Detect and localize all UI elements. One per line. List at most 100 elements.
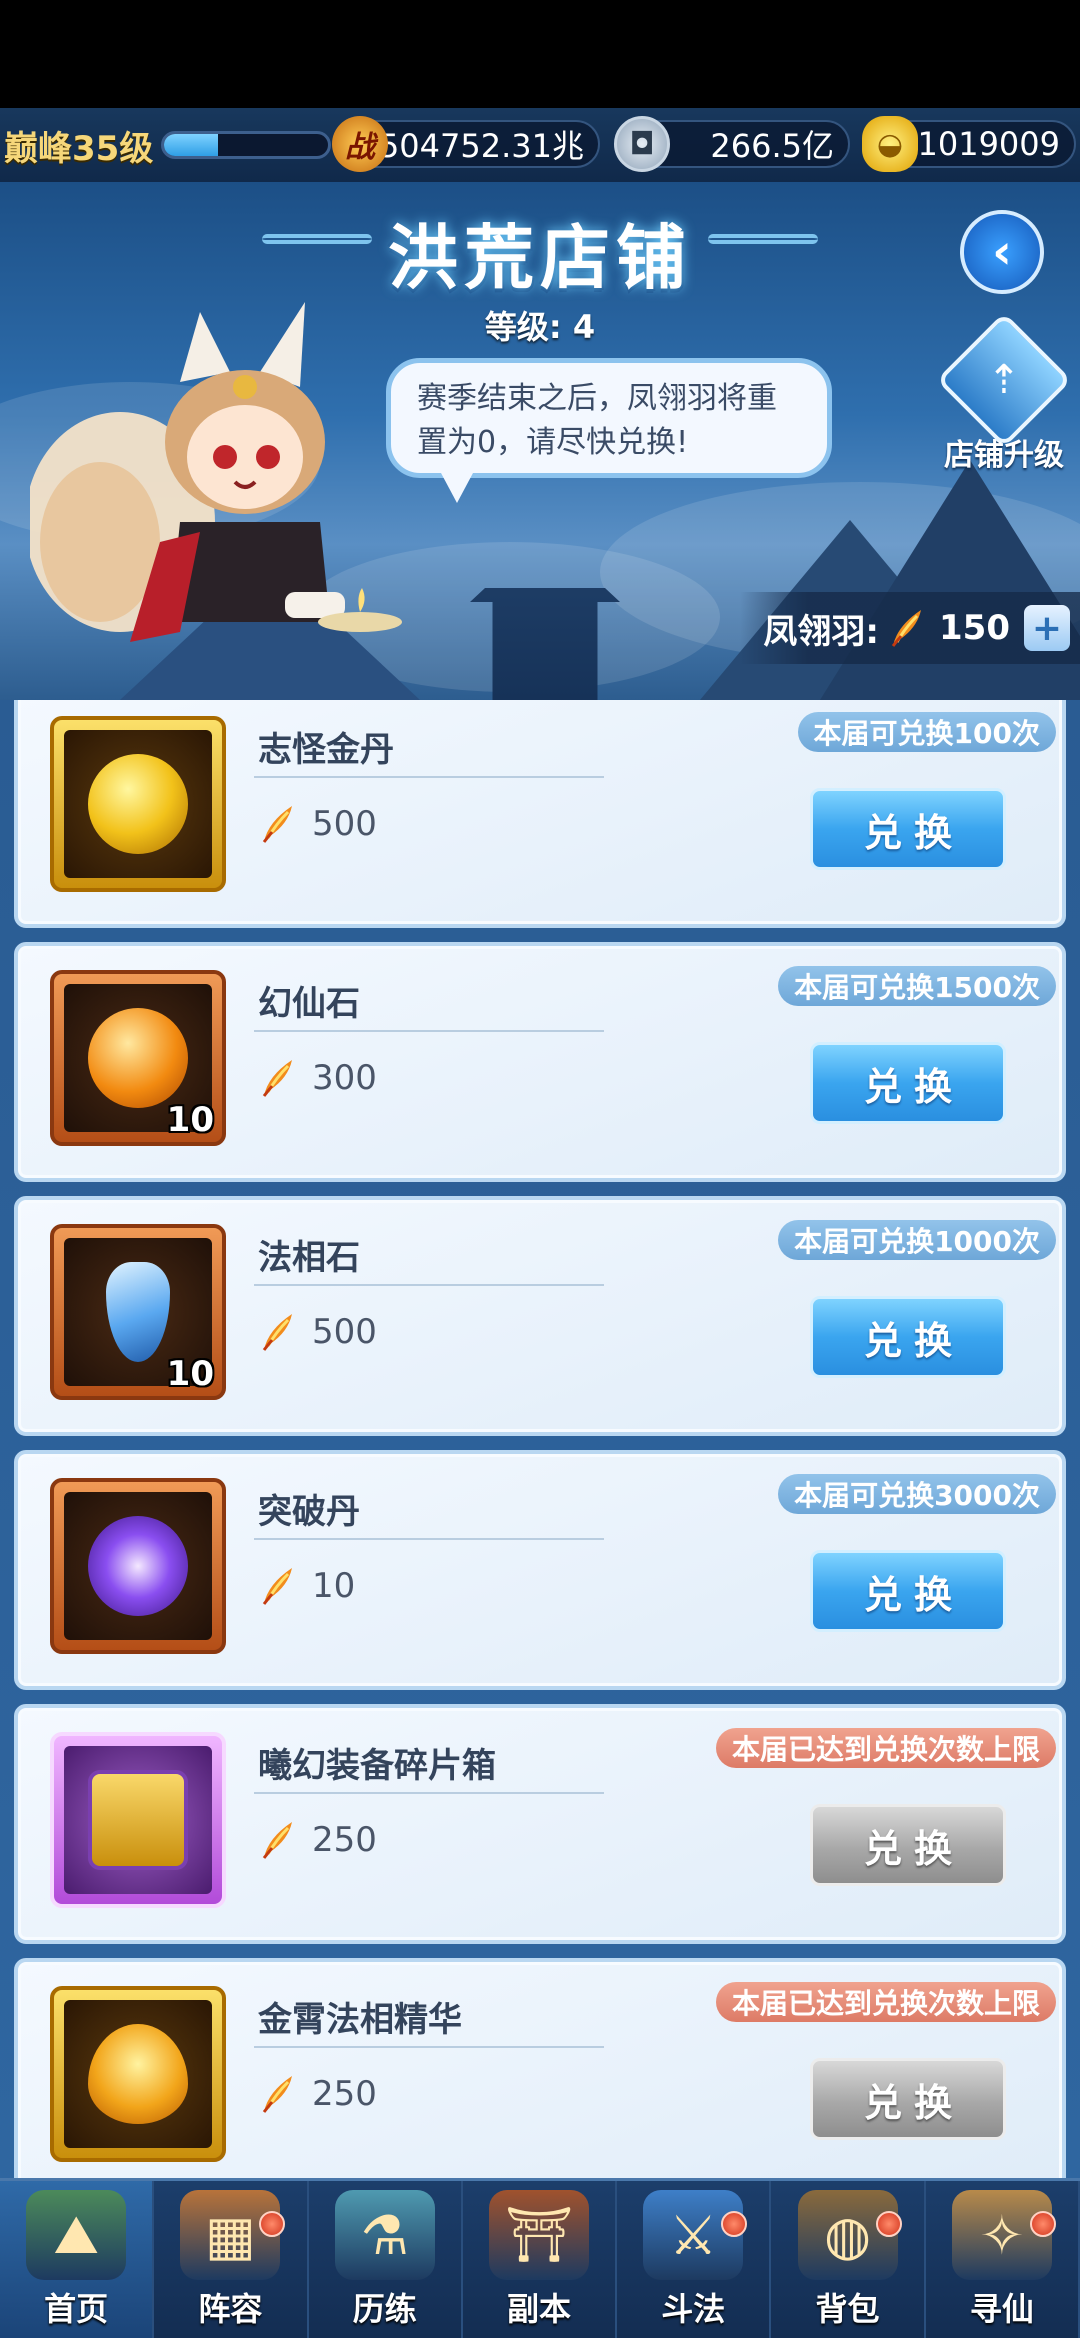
notification-dot (1029, 2211, 1056, 2237)
nav-tab-label: 首页 (44, 2290, 109, 2328)
item-price: 250 (258, 2072, 377, 2116)
shop-banner: 洪荒店铺 等级: 4 ‹ ⇡ 店铺升级 赛季结束之后，凤翎羽将重置为0，请尽快兑… (0, 182, 1080, 700)
exchange-button[interactable]: 兑换 (810, 2058, 1006, 2140)
xp-bar-fill (164, 134, 219, 156)
nav-tab[interactable]: ⚗ 历练 (309, 2181, 463, 2338)
item-price-value: 500 (312, 1312, 377, 1352)
item-name: 突破丹 (258, 1492, 360, 1532)
item-price-value: 300 (312, 1058, 377, 1098)
nav-tab[interactable]: ◍ 背包 (771, 2181, 926, 2338)
power-value: 504752.31兆 (378, 127, 584, 165)
phoenix-feather-icon (262, 1822, 292, 1859)
item-icon-background (64, 2000, 212, 2148)
back-button[interactable]: ‹ (960, 210, 1044, 294)
nav-tab-label: 副本 (506, 2290, 571, 2328)
shop-item-card: 突破丹 10 本届可兑换3000次 兑换 (14, 1450, 1066, 1690)
shop-upgrade-button[interactable]: ⇡ 店铺升级 (934, 312, 1074, 474)
bottom-nav-bar: ⛰ 首页 ▦ 阵容 ⚗ 历练 ⛩ 副本 ⚔ 斗法 ◍ 背包 ✧ 寻仙 (0, 2178, 1080, 2338)
item-name: 曦幻装备碎片箱 (258, 1746, 496, 1786)
item-chest-icon (88, 1770, 188, 1870)
nav-tab[interactable]: ✧ 寻仙 (926, 2181, 1080, 2338)
shop-item-card: 曦幻装备碎片箱 250 本届已达到兑换次数上限兑换 (14, 1704, 1066, 1944)
item-icon-frame (50, 1732, 226, 1908)
phoenix-feather-icon (262, 806, 292, 843)
exchange-limit-badge: 本届可兑换1500次 (778, 966, 1056, 1006)
item-icon-frame (50, 1986, 226, 2162)
item-price: 500 (258, 802, 377, 846)
level-label: 巅峰35级 (4, 128, 154, 169)
item-amber-icon (88, 1008, 188, 1108)
gold-ingot-icon: ◒ (862, 116, 918, 172)
item-quantity: 10 (166, 1354, 214, 1394)
nav-tab[interactable]: ⚔ 斗法 (617, 2181, 772, 2338)
item-gold-icon (88, 754, 188, 854)
phoenix-feather-icon (262, 1568, 292, 1605)
shop-item-card: 志怪金丹 500 本届可兑换100次 兑换 (14, 700, 1066, 928)
nav-tab-label: 历练 (352, 2290, 417, 2328)
item-icon-frame (50, 716, 226, 892)
add-feather-button[interactable]: + (1024, 605, 1070, 651)
silver-coin-value: 266.5亿 (710, 127, 834, 165)
feather-currency-label: 凤翎羽: (763, 611, 880, 652)
exchange-limit-badge: 本届可兑换100次 (797, 712, 1056, 752)
shop-item-card: 10 幻仙石 300 本届可兑换1500次兑换 (14, 942, 1066, 1182)
power-icon: 战 (332, 116, 388, 172)
home-icon: ⛰ (26, 2190, 127, 2280)
item-quantity: 10 (166, 1100, 214, 1140)
shop-upgrade-icon: ⇡ (936, 312, 1072, 448)
item-divider (254, 1792, 604, 1794)
exchange-button[interactable]: 兑换 (810, 1296, 1006, 1378)
item-icon-background (64, 730, 212, 878)
item-price-value: 250 (312, 2074, 377, 2114)
exchange-button[interactable]: 兑换 (810, 1042, 1006, 1124)
gold-ingot-value: 1019009 (917, 125, 1060, 163)
item-violet-icon (88, 1516, 188, 1616)
item-price-value: 250 (312, 1820, 377, 1860)
item-flame-icon (88, 2024, 188, 2124)
power-display: 战 504752.31兆 (332, 116, 600, 172)
xp-bar (161, 131, 332, 159)
shop-item-card: 金霄法相精华 250 本届已达到兑换次数上限兑换 (14, 1958, 1066, 2178)
nav-tab[interactable]: ▦ 阵容 (154, 2181, 309, 2338)
item-icon-frame: 10 (50, 970, 226, 1146)
silver-coin-display: ◘ 266.5亿 (614, 116, 850, 172)
item-icon-background (64, 1492, 212, 1640)
exchange-button[interactable]: 兑换 (810, 1550, 1006, 1632)
status-bar (0, 0, 1080, 108)
exchange-limit-badge: 本届已达到兑换次数上限 (715, 1982, 1056, 2022)
exchange-limit-badge: 本届已达到兑换次数上限 (715, 1728, 1056, 1768)
nav-tab[interactable]: ⛩ 副本 (463, 2181, 618, 2338)
item-divider (254, 1284, 604, 1286)
training-icon: ⚗ (334, 2190, 435, 2280)
notification-dot (875, 2211, 902, 2237)
item-price-value: 500 (312, 804, 377, 844)
feather-currency-value: 150 (939, 608, 1010, 648)
fox-girl-mascot (30, 302, 402, 642)
notification-dot (258, 2211, 285, 2237)
gold-ingot-display: ◒ 1019009 (862, 116, 1076, 172)
item-icon-background (64, 1746, 212, 1894)
exchange-button[interactable]: 兑换 (810, 1804, 1006, 1886)
notification-dot (721, 2211, 748, 2237)
phoenix-feather-icon (891, 610, 922, 647)
item-name: 金霄法相精华 (258, 2000, 462, 2040)
speech-bubble: 赛季结束之后，凤翎羽将重置为0，请尽快兑换! (386, 358, 832, 503)
item-name: 幻仙石 (258, 984, 360, 1024)
nav-tab-label: 寻仙 (969, 2290, 1034, 2328)
top-resource-bar: 巅峰35级 战 504752.31兆 ◘ 266.5亿 ◒ 1019009 (0, 108, 1080, 182)
page-title: 洪荒店铺 (388, 217, 692, 299)
item-price: 500 (258, 1310, 377, 1354)
nav-tab-label: 斗法 (661, 2290, 726, 2328)
silver-coin-icon: ◘ (614, 116, 670, 172)
phoenix-feather-icon (262, 1314, 292, 1351)
nav-tab[interactable]: ⛰ 首页 (0, 2181, 155, 2338)
exchange-button[interactable]: 兑换 (810, 788, 1006, 870)
item-price: 300 (258, 1056, 377, 1100)
exchange-limit-badge: 本届可兑换1000次 (778, 1220, 1056, 1260)
item-icon-frame (50, 1478, 226, 1654)
dungeon-icon: ⛩ (488, 2190, 589, 2280)
item-divider (254, 2046, 604, 2048)
shop-item-list: 志怪金丹 500 本届可兑换100次 兑换 10 幻仙石 300 本届可兑换1500次 兑换 10… (0, 700, 1080, 2178)
item-price-value: 10 (312, 1566, 356, 1606)
item-price: 250 (258, 1818, 377, 1862)
